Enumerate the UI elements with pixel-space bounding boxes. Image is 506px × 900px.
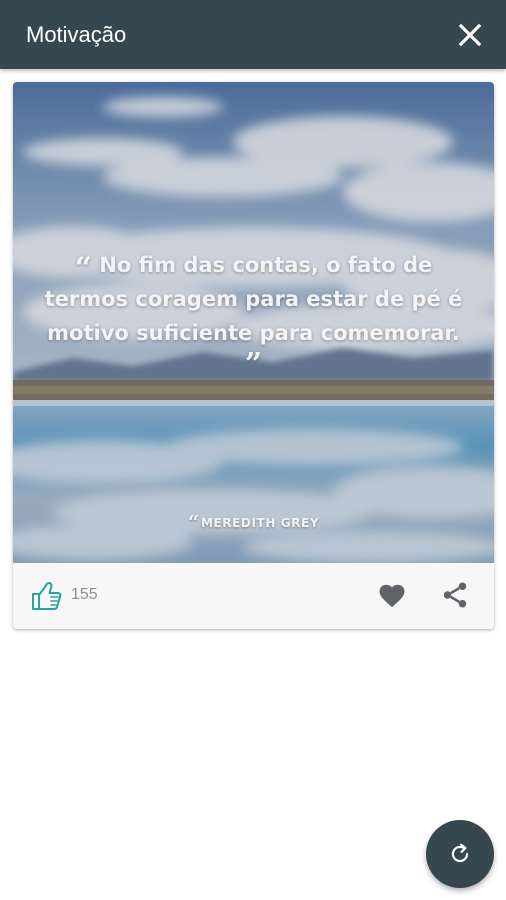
refresh-icon (451, 843, 469, 863)
quote-image[interactable]: “ No fim das contas, o fato de termos co… (13, 82, 494, 563)
share-icon (443, 582, 467, 608)
quote-text: No fim das contas, o fato de termos cora… (44, 253, 463, 345)
share-button[interactable] (440, 580, 470, 610)
like-count: 155 (71, 586, 98, 603)
close-icon (458, 23, 482, 46)
card-actions: 155 (13, 563, 494, 629)
heart-icon (379, 584, 405, 608)
favorite-button[interactable] (377, 581, 407, 611)
author-quote-mark: “ (187, 510, 200, 534)
refresh-button[interactable] (426, 820, 494, 888)
page-title: Motivação (26, 21, 127, 47)
quote-card: “ No fim das contas, o fato de termos co… (13, 82, 494, 629)
quote-author: “MEREDITH GREY (13, 510, 494, 534)
author-name: MEREDITH GREY (200, 516, 320, 530)
like-button[interactable] (30, 581, 62, 611)
thumbs-up-icon (32, 582, 62, 610)
quote-text-block: “ No fim das contas, o fato de termos co… (33, 248, 474, 382)
quote-open-mark: “ (74, 251, 92, 286)
app-bar: Motivação (0, 0, 506, 69)
close-button[interactable] (456, 21, 484, 49)
quote-close-mark: ” (244, 347, 263, 382)
